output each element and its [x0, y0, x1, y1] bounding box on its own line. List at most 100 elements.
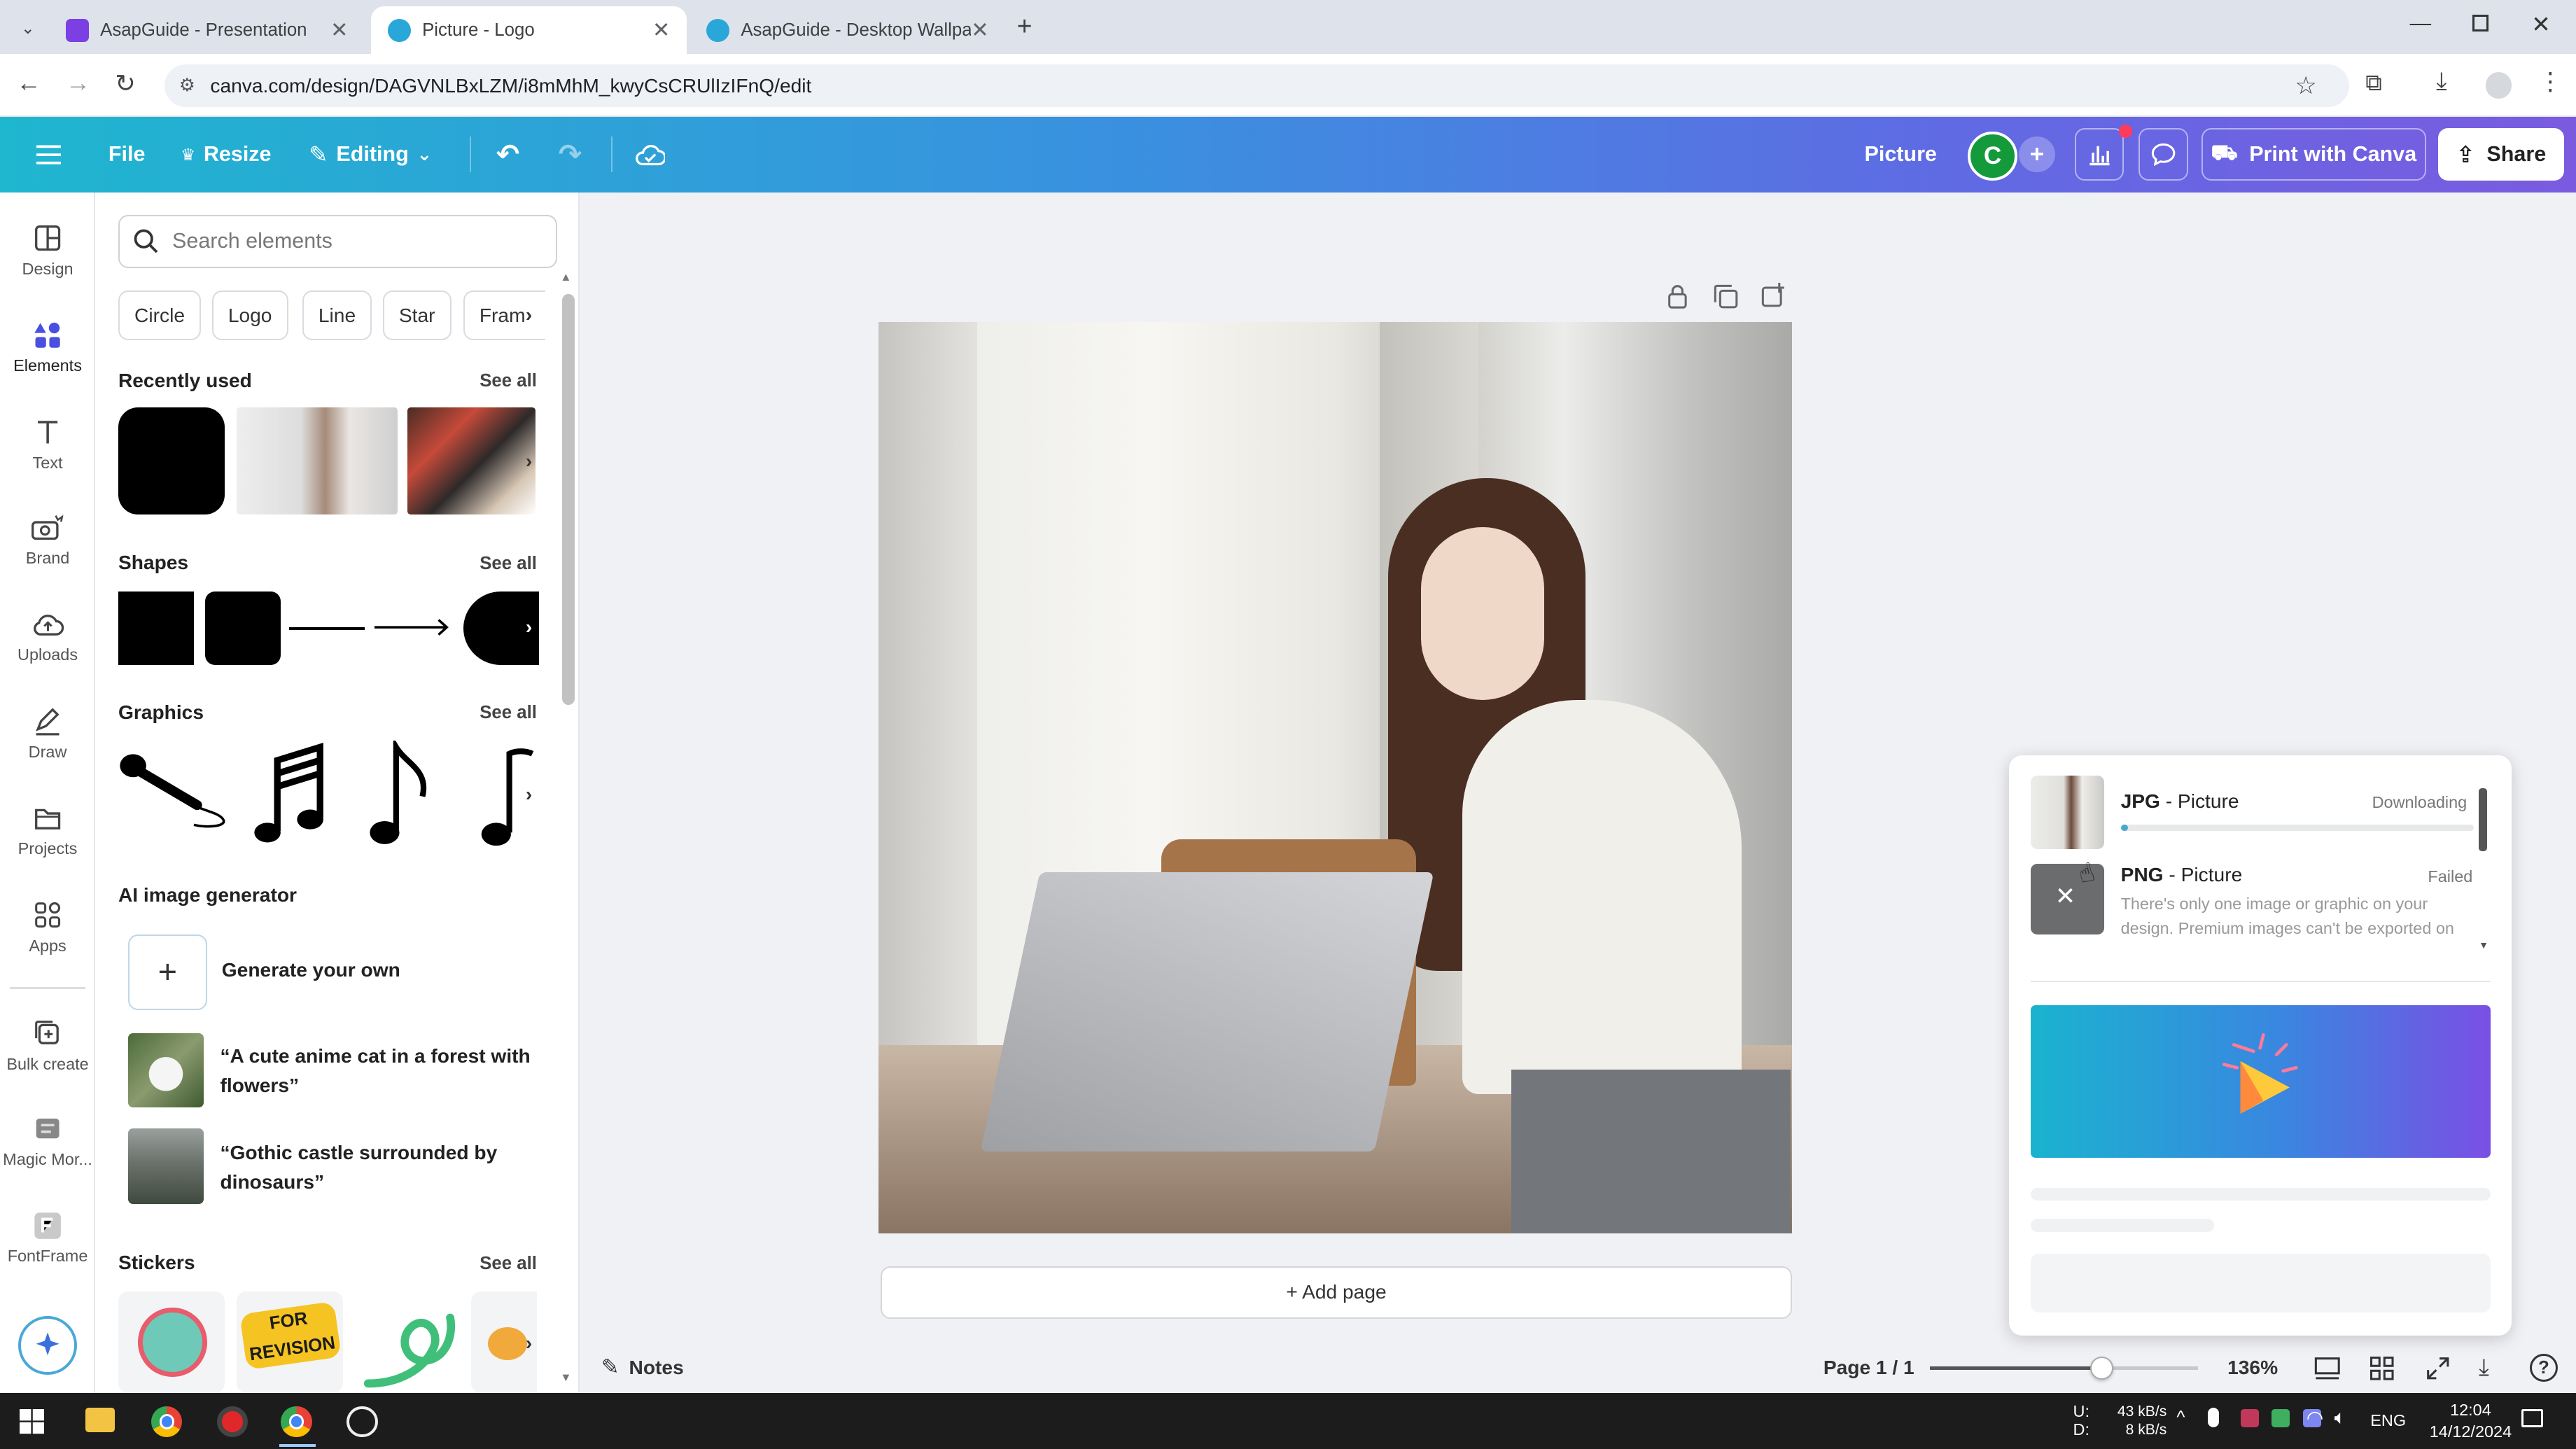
- canvas-add-page-icon[interactable]: [1761, 282, 1786, 307]
- add-page-button[interactable]: + Add page: [880, 1266, 1793, 1320]
- shape-arrow-line[interactable]: [374, 617, 454, 637]
- design-canvas-photo[interactable]: [878, 321, 1793, 1234]
- sidebar-item-projects[interactable]: Projects: [0, 804, 95, 859]
- shape-square[interactable]: [118, 591, 194, 666]
- minimize-icon[interactable]: —: [2410, 11, 2432, 36]
- canvas-duplicate-icon[interactable]: [1714, 284, 1738, 309]
- bookmark-star-icon[interactable]: ☆: [2295, 64, 2317, 107]
- download-list-scroll-down-icon[interactable]: ▼: [2479, 939, 2488, 951]
- site-info-icon[interactable]: ⚙: [179, 64, 195, 107]
- recorder-icon[interactable]: [216, 1406, 248, 1438]
- ai-prompt-castle-thumbnail[interactable]: [128, 1128, 204, 1205]
- zoom-slider-handle[interactable]: [2090, 1357, 2113, 1380]
- recent-photo-woman-laptop[interactable]: [236, 407, 398, 514]
- shape-line[interactable]: [289, 627, 365, 630]
- url-field[interactable]: ⚙ canva.com/design/DAGVNLBxLZM/i8mMhM_kw…: [164, 64, 2349, 107]
- add-collaborator-icon[interactable]: +: [2019, 136, 2055, 173]
- user-avatar[interactable]: C: [1968, 131, 2017, 181]
- download-icon[interactable]: ⤓: [2436, 67, 2447, 96]
- chip-line[interactable]: Line: [302, 290, 372, 340]
- chip-circle[interactable]: Circle: [118, 290, 202, 340]
- ai-prompt-cat-thumbnail[interactable]: [128, 1033, 204, 1107]
- recent-black-square[interactable]: [118, 407, 225, 514]
- sidebar-item-fontframe[interactable]: FontFrame: [0, 1211, 95, 1266]
- ai-prompt-castle-text[interactable]: “Gothic castle surrounded by dinosaurs”: [220, 1138, 548, 1197]
- main-menu-icon[interactable]: [36, 117, 61, 192]
- zoom-slider[interactable]: [1930, 1357, 2198, 1380]
- undo-icon[interactable]: ↶: [496, 117, 519, 192]
- sticker-pink-creature[interactable]: [118, 1291, 225, 1393]
- sidebar-item-elements[interactable]: Elements: [0, 321, 95, 376]
- file-explorer-icon[interactable]: [85, 1408, 115, 1433]
- insights-button[interactable]: [2074, 125, 2132, 181]
- tray-app-icon[interactable]: [2272, 1409, 2290, 1428]
- browser-tab[interactable]: AsapGuide - Desktop Wallpape ✕: [690, 6, 1006, 54]
- resize-button[interactable]: ♛ Resize: [181, 117, 271, 192]
- see-all-stickers[interactable]: See all: [479, 1254, 537, 1274]
- sticker-for-revision[interactable]: FOR REVISION: [236, 1291, 344, 1393]
- browser-menu-icon[interactable]: ⋮: [2538, 67, 2563, 96]
- chrome-icon[interactable]: [150, 1406, 183, 1438]
- download-list-scrollbar[interactable]: [2479, 788, 2487, 851]
- panel-scrollbar-thumb[interactable]: [561, 294, 575, 705]
- recent-photo-woman-cafe[interactable]: [407, 407, 536, 514]
- chip-logo[interactable]: Logo: [211, 290, 288, 340]
- share-button[interactable]: ⇪ Share: [2437, 128, 2565, 181]
- sidebar-item-brand[interactable]: Brand: [0, 512, 95, 568]
- search-elements-input[interactable]: Search elements: [118, 215, 557, 268]
- shape-rounded-square[interactable]: [205, 591, 281, 666]
- chips-next-icon[interactable]: ›: [517, 304, 540, 327]
- tray-app-icon[interactable]: [2240, 1409, 2259, 1428]
- comments-button[interactable]: [2138, 128, 2188, 181]
- forward-icon[interactable]: →: [66, 69, 90, 97]
- clock-app-icon[interactable]: [346, 1406, 378, 1438]
- grid-view-icon[interactable]: [2369, 1355, 2395, 1382]
- reload-icon[interactable]: ↻: [115, 69, 135, 98]
- sidebar-item-magic-morph[interactable]: Magic Mor...: [0, 1114, 95, 1169]
- see-all-graphics[interactable]: See all: [479, 703, 537, 723]
- language-indicator[interactable]: ENG: [2370, 1411, 2406, 1430]
- sidebar-item-design[interactable]: Design: [0, 223, 95, 279]
- sidebar-item-bulk-create[interactable]: Bulk create: [0, 1018, 95, 1074]
- notification-center-icon[interactable]: [2521, 1409, 2543, 1428]
- generate-your-own-label[interactable]: Generate your own: [222, 959, 400, 981]
- see-all-recently-used[interactable]: See all: [479, 371, 537, 391]
- extensions-icon[interactable]: ⧉: [2365, 69, 2381, 97]
- volume-icon[interactable]: 🔈︎: [2334, 1406, 2346, 1429]
- tab-search-button[interactable]: ⌄: [13, 13, 43, 43]
- promo-banner[interactable]: [2030, 1005, 2491, 1158]
- browser-tab-active[interactable]: Picture - Logo ✕: [371, 6, 687, 55]
- see-all-shapes[interactable]: See all: [479, 554, 537, 574]
- start-button-icon[interactable]: [20, 1409, 45, 1434]
- pages-view-icon[interactable]: [2314, 1355, 2341, 1382]
- download-status-icon[interactable]: ⤓: [2479, 1354, 2489, 1381]
- chip-star[interactable]: Star: [382, 290, 451, 340]
- stickers-next-icon[interactable]: ›: [517, 1332, 540, 1355]
- new-tab-icon[interactable]: +: [1017, 11, 1032, 41]
- profile-avatar[interactable]: [2485, 72, 2512, 99]
- panel-scrollbar-down-icon[interactable]: ▼: [560, 1371, 571, 1385]
- tray-chevron-icon[interactable]: ^: [2176, 1408, 2185, 1428]
- shapes-next-icon[interactable]: ›: [517, 616, 540, 639]
- system-clock[interactable]: 12:04 14/12/2024: [2428, 1399, 2513, 1442]
- window-close-icon[interactable]: ✕: [2531, 11, 2551, 38]
- wifi-icon[interactable]: ◠: [2306, 1406, 2324, 1429]
- ai-prompt-cat-text[interactable]: “A cute anime cat in a forest with flowe…: [220, 1042, 548, 1100]
- graphics-next-icon[interactable]: ›: [517, 783, 540, 806]
- document-title[interactable]: Picture: [1865, 117, 1937, 192]
- fullscreen-icon[interactable]: [2425, 1355, 2451, 1382]
- cloud-saved-icon[interactable]: [636, 117, 666, 192]
- generate-your-own-button[interactable]: +: [128, 934, 207, 1011]
- sidebar-item-text[interactable]: Text: [0, 417, 95, 472]
- tab-close-icon[interactable]: ✕: [652, 18, 671, 43]
- chrome-active-icon[interactable]: [281, 1406, 312, 1438]
- restore-icon[interactable]: [2472, 15, 2489, 31]
- print-with-canva-button[interactable]: ⛟ Print with Canva: [2201, 128, 2427, 181]
- help-icon[interactable]: ?: [2529, 1353, 2558, 1382]
- tab-close-icon[interactable]: ✕: [330, 18, 349, 43]
- panel-scrollbar-up-icon[interactable]: ▲: [560, 271, 571, 284]
- magic-assistant-button[interactable]: [18, 1315, 78, 1376]
- microphone-graphic[interactable]: [118, 748, 227, 830]
- browser-tab[interactable]: AsapGuide - Presentation ✕: [49, 6, 365, 54]
- panel-scrollbar-track[interactable]: ▲ ▼: [560, 271, 575, 1388]
